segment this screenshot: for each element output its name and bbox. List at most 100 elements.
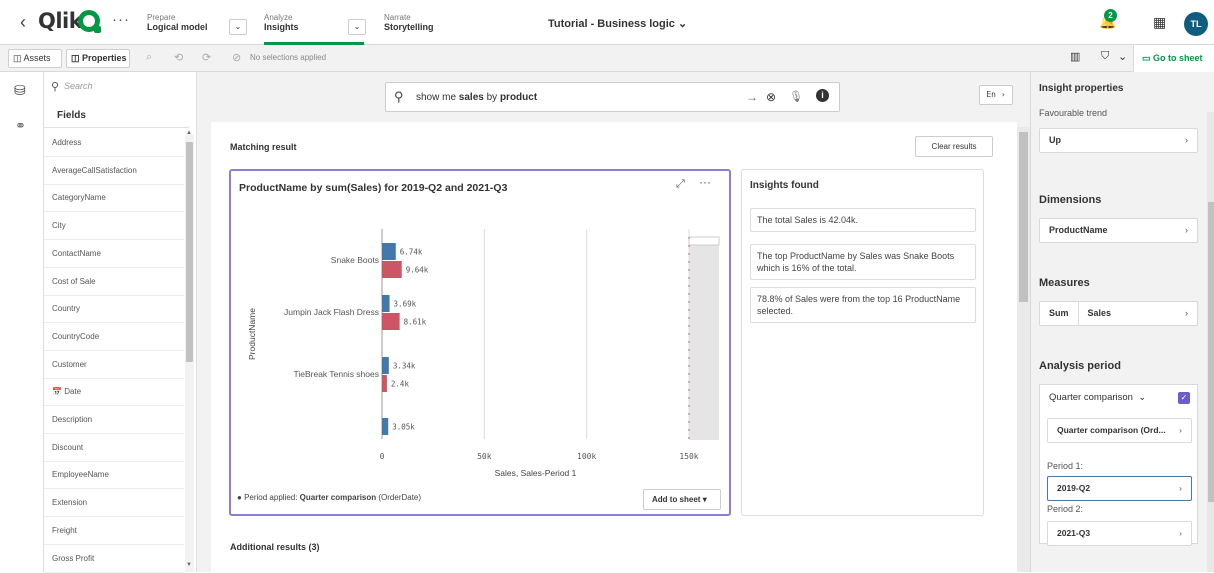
- expand-icon[interactable]: ⤢: [676, 178, 685, 191]
- bar[interactable]: [382, 243, 396, 260]
- period-type-dropdown[interactable]: Quarter comparison ⌄: [1049, 392, 1146, 403]
- measure-aggregation: Sum: [1049, 308, 1069, 318]
- avatar[interactable]: TL: [1184, 12, 1208, 36]
- period-type-value: Quarter comparison: [1049, 392, 1133, 403]
- more-options-icon[interactable]: ···: [112, 11, 130, 28]
- field-item[interactable]: City: [44, 212, 184, 241]
- field-item[interactable]: 📅 Date: [44, 378, 184, 407]
- bar[interactable]: [382, 313, 400, 330]
- favourable-trend-select[interactable]: Up ›: [1039, 128, 1198, 153]
- query-text[interactable]: show me sales by product: [416, 92, 537, 103]
- database-icon[interactable]: ⛁: [14, 82, 26, 99]
- nav-analyze[interactable]: Analyze Insights: [264, 13, 299, 32]
- bar[interactable]: [382, 295, 390, 312]
- clear-query-icon[interactable]: ⊗: [766, 90, 776, 104]
- clear-results-button[interactable]: Clear results: [915, 136, 993, 157]
- field-item[interactable]: Customer: [44, 351, 184, 379]
- nav-analyze-sub: Analyze: [264, 13, 293, 22]
- field-item[interactable]: Discount: [44, 434, 184, 462]
- assets-button[interactable]: ◫ Assets: [8, 49, 62, 68]
- chevron-right-icon: ›: [1179, 483, 1182, 493]
- field-item[interactable]: Cost of Sale: [44, 268, 184, 296]
- bar[interactable]: [382, 357, 389, 374]
- chart-card[interactable]: ProductName by sum(Sales) for 2019-Q2 an…: [229, 169, 731, 516]
- properties-button[interactable]: ◫ Properties: [66, 49, 130, 68]
- field-item[interactable]: Description: [44, 406, 184, 434]
- field-name: CategoryName: [52, 193, 106, 203]
- fields-search-input[interactable]: Search: [64, 81, 93, 91]
- period2-select[interactable]: 2021-Q3 ›: [1047, 521, 1192, 546]
- app-title[interactable]: Tutorial - Business logic ⌄: [548, 17, 687, 30]
- dimensions-heading: Dimensions: [1039, 194, 1102, 206]
- field-item[interactable]: CategoryName: [44, 184, 184, 213]
- bar[interactable]: [382, 418, 389, 435]
- search-icon: ⚲: [51, 81, 60, 93]
- app-grid-icon[interactable]: ▦: [1153, 14, 1166, 31]
- field-item[interactable]: Freight: [44, 517, 184, 545]
- submit-arrow-icon[interactable]: →: [746, 90, 758, 104]
- field-name: Freight: [52, 525, 77, 535]
- measures-heading: Measures: [1039, 277, 1090, 289]
- chart-grid: [381, 229, 690, 439]
- chart-more-icon[interactable]: ···: [699, 175, 711, 189]
- bookmark-dropdown-icon[interactable]: ⌄: [1118, 50, 1127, 63]
- field-item[interactable]: Country: [44, 295, 184, 324]
- period-subtype-value: Quarter comparison (Ord...: [1057, 425, 1166, 435]
- microphone-icon[interactable]: 🎙: [789, 90, 803, 103]
- insight-card[interactable]: The total Sales is 42.04k.: [750, 208, 976, 232]
- bookmark-icon[interactable]: ⛉: [1101, 50, 1109, 63]
- language-button[interactable]: En ›: [979, 85, 1013, 105]
- clear-selections-icon[interactable]: ⊘: [232, 51, 241, 64]
- nav-analyze-dropdown-icon[interactable]: ⌄: [348, 19, 366, 35]
- field-name: Gross Profit: [52, 553, 95, 563]
- field-item[interactable]: EmployeeName: [44, 461, 184, 490]
- info-icon[interactable]: i: [816, 89, 829, 102]
- category-label: Snake Boots: [331, 255, 379, 265]
- step-back-icon[interactable]: ⟲: [174, 51, 183, 64]
- nav-narrate[interactable]: Narrate Storytelling: [384, 13, 434, 32]
- nav-prepare-dropdown-icon[interactable]: ⌄: [229, 19, 247, 35]
- language-label: En: [986, 90, 996, 99]
- add-to-sheet-button[interactable]: Add to sheet ▾: [643, 489, 721, 510]
- insight-card[interactable]: 78.8% of Sales were from the top 16 Prod…: [750, 287, 976, 323]
- period-subtype-select[interactable]: Quarter comparison (Ord... ›: [1047, 418, 1192, 443]
- measure-value: Sales: [1087, 308, 1112, 318]
- query-search-box[interactable]: ⚲ show me sales by product → ⊗ 🎙 i: [385, 82, 840, 112]
- smart-search-icon[interactable]: ⌕: [146, 51, 152, 64]
- period-suffix: (OrderDate): [376, 493, 422, 502]
- go-to-sheet-button[interactable]: ▭ Go to sheet: [1133, 45, 1214, 72]
- scroll-down-icon[interactable]: ▼: [186, 562, 192, 568]
- field-item[interactable]: Address: [44, 129, 184, 157]
- bar[interactable]: [382, 375, 387, 392]
- x-tick-label: 150k: [679, 452, 698, 461]
- bar[interactable]: [382, 261, 402, 278]
- link-icon[interactable]: ⚭: [15, 118, 26, 134]
- scroll-up-icon[interactable]: ▲: [186, 130, 192, 136]
- field-item[interactable]: CountryCode: [44, 323, 184, 351]
- dimension-item[interactable]: ProductName ›: [1039, 218, 1198, 243]
- step-forward-icon[interactable]: ⟳: [202, 51, 211, 64]
- field-item[interactable]: AverageCallSatisfaction: [44, 157, 184, 185]
- chart-minimap-window[interactable]: [688, 236, 720, 246]
- back-chevron-icon[interactable]: ‹: [20, 12, 26, 33]
- insight-card[interactable]: The top ProductName by Sales was Snake B…: [750, 244, 976, 280]
- fields-scrollbar-thumb[interactable]: [186, 142, 193, 362]
- field-item[interactable]: ContactName: [44, 240, 184, 268]
- field-item[interactable]: Gross Profit: [44, 545, 184, 573]
- fields-tab[interactable]: Fields: [44, 104, 189, 128]
- main-scrollbar-thumb[interactable]: [1019, 132, 1028, 302]
- chart-labels: 0 50k 100k 150k Sales, Sales-Period 1 Product…: [247, 248, 699, 479]
- x-tick-label: 50k: [477, 452, 492, 461]
- insight-properties-panel: Insight properties Favourable trend Up › …: [1030, 72, 1214, 572]
- nav-prepare[interactable]: Prepare Logical model: [147, 13, 208, 32]
- query-bold-1: sales: [458, 92, 484, 103]
- period1-select[interactable]: 2019-Q2 ›: [1047, 476, 1192, 501]
- field-name: Extension: [52, 498, 88, 508]
- field-item[interactable]: Extension: [44, 489, 184, 518]
- bookmark-list-icon[interactable]: ▥: [1070, 50, 1080, 63]
- properties-scrollbar-thumb[interactable]: [1208, 202, 1214, 502]
- nav-prepare-main: Logical model: [147, 22, 208, 32]
- chart-minimap[interactable]: [689, 237, 719, 440]
- period-enabled-checkbox[interactable]: ✓: [1178, 392, 1190, 404]
- measure-item[interactable]: Sum Sales ›: [1039, 301, 1198, 326]
